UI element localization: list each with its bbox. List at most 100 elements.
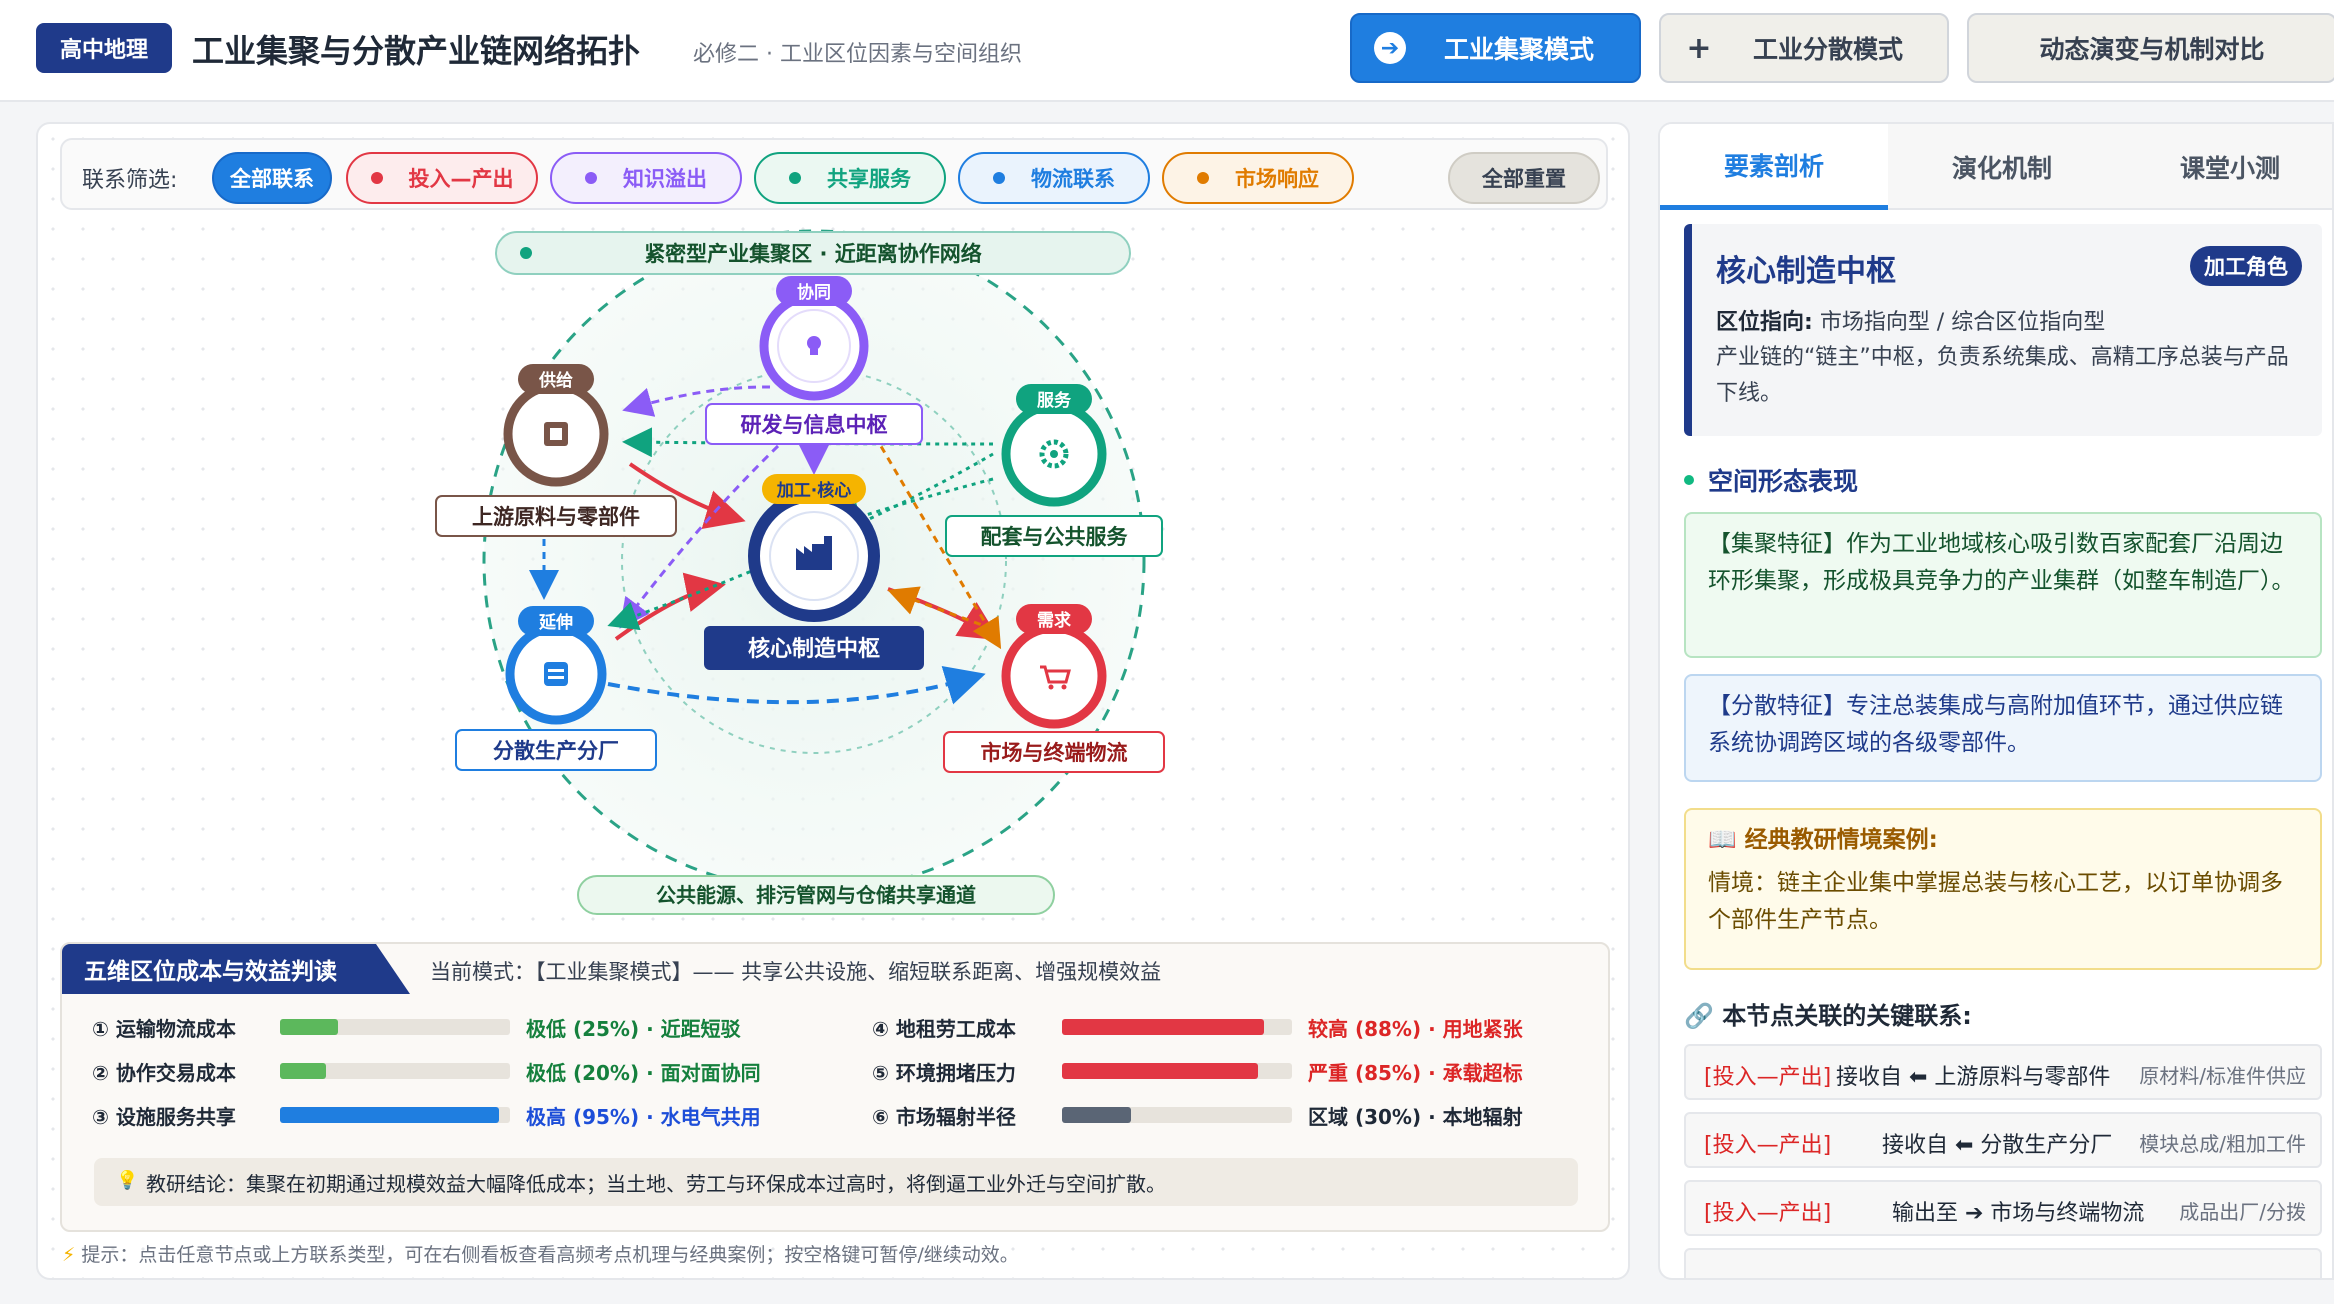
node-rnd-tag: 协同 bbox=[797, 282, 831, 303]
cost-row-transport: ① 运输物流成本 极低 (25%) · 近距短驳 bbox=[92, 1012, 832, 1042]
node-core-tag: 加工·核心 bbox=[776, 480, 851, 501]
relation-item[interactable]: [投入—产出] 输出至 ➔ 市场与终端物流 成品出厂/分拨 bbox=[1684, 1180, 2322, 1236]
conclusion-box: 💡 教研结论：集聚在初期通过规模效益大幅降低成本；当土地、劳工与环保成本过高时，… bbox=[94, 1158, 1578, 1206]
cost-row-label: ⑤ 环境拥堵压力 bbox=[872, 1060, 1016, 1085]
mode-disperse-label: 工业分散模式 bbox=[1753, 35, 1904, 64]
cost-row-label: ① 运输物流成本 bbox=[92, 1016, 236, 1041]
mode-compare-label: 动态演变与机制对比 bbox=[2039, 35, 2265, 64]
relation-type: [投入—产出] bbox=[1704, 1201, 1832, 1226]
relation-type: [投入—产出] bbox=[1704, 1065, 1832, 1090]
relation-main: 接收自 ⬅ 上游原料与零部件 bbox=[1836, 1065, 2111, 1090]
node-supply-label: 上游原料与零部件 bbox=[472, 505, 640, 529]
conclusion-text: 教研结论：集聚在初期通过规模效益大幅降低成本；当土地、劳工与环保成本过高时，将倒… bbox=[146, 1171, 1166, 1196]
cost-bar-fill bbox=[1062, 1019, 1265, 1035]
cost-panel: 五维区位成本与效益判读 当前模式：【工业集聚模式】—— 共享公共设施、缩短联系距… bbox=[60, 942, 1610, 1232]
section-heading-label: 空间形态表现 bbox=[1708, 467, 1859, 496]
cost-row-value: 极高 (95%) · 水电气共用 bbox=[526, 1104, 761, 1129]
node-core-label: 核心制造中枢 bbox=[748, 636, 880, 662]
cost-bar-fill bbox=[280, 1019, 338, 1035]
tab-evolution[interactable]: 演化机制 bbox=[1888, 124, 2116, 210]
relation-main: 输出至 ➔ 市场与终端物流 bbox=[1892, 1201, 2145, 1226]
case-text: 情境：链主企业集中掌握总装与核心工艺，以订单协调多个部件生产节点。 bbox=[1708, 870, 2283, 933]
plus-icon: + bbox=[1686, 30, 1712, 66]
node-service-label: 配套与公共服务 bbox=[981, 525, 1129, 549]
cost-bar-fill bbox=[280, 1063, 326, 1079]
relation-note: 成品出厂/分拨 bbox=[2179, 1200, 2306, 1224]
case-title: 📖 经典教研情境案例: bbox=[1708, 827, 1938, 853]
mode-compare-button[interactable]: 动态演变与机制对比 bbox=[1967, 13, 2334, 83]
cost-bar-track bbox=[280, 1063, 510, 1079]
cost-row-rent: ④ 地租劳工成本 较高 (88%) · 用地紧张 bbox=[872, 1012, 1572, 1042]
disperse-feature-box: 【分散特征】专注总装集成与高附加值环节，通过供应链系统协调跨区域的各级零部件。 bbox=[1684, 674, 2322, 782]
app-subtitle: 必修二 · 工业区位因素与空间组织 bbox=[693, 42, 1022, 67]
cost-bar-track bbox=[280, 1107, 510, 1123]
cost-bar-fill bbox=[280, 1107, 499, 1123]
relation-item[interactable]: [投入—产出] 接收自 ⬅ 分散生产分厂 模块总成/粗加工件 bbox=[1684, 1112, 2322, 1168]
top-bar: 高中地理 工业集聚与分散产业链网络拓扑 必修二 · 工业区位因素与空间组织 ➔ … bbox=[0, 0, 2334, 102]
lightbulb-icon: 💡 bbox=[116, 1170, 139, 1191]
node-market-tag: 需求 bbox=[1037, 610, 1071, 631]
cost-row-value: 区域 (30%) · 本地辐射 bbox=[1308, 1104, 1523, 1129]
hint-label: 提示：点击任意节点或上方联系类型，可在右侧看板查看高频考点机理与经典案例；按空格… bbox=[81, 1244, 1019, 1266]
relation-item[interactable]: [投入—产出] 接收自 ⬅ 上游原料与零部件 原材料/标准件供应 bbox=[1684, 1044, 2322, 1100]
app-title: 工业集聚与分散产业链网络拓扑 bbox=[192, 32, 641, 70]
cost-bar-track bbox=[1062, 1063, 1292, 1079]
top-zone-label: 紧密型产业集聚区 · 近距离协作网络 bbox=[644, 242, 982, 266]
arrow-right-icon: ➔ bbox=[1374, 32, 1406, 64]
node-rnd-label: 研发与信息中枢 bbox=[741, 413, 888, 437]
cost-row-facility: ③ 设施服务共享 极高 (95%) · 水电气共用 bbox=[92, 1100, 832, 1130]
info-panel: 要素剖析 演化机制 课堂小测 核心制造中枢 加工角色 区位指向: 市场指向型 /… bbox=[1658, 122, 2334, 1280]
relations-title: 🔗 本节点关联的关键联系: bbox=[1684, 1002, 1972, 1030]
section-heading: 空间形态表现 bbox=[1684, 462, 1858, 498]
dot-icon bbox=[1684, 475, 1694, 485]
cost-mode-text: 当前模式：【工业集聚模式】—— 共享公共设施、缩短联系距离、增强规模效益 bbox=[430, 960, 1162, 984]
mode-cluster-label: 工业集聚模式 bbox=[1444, 35, 1595, 64]
cost-row-radius: ⑥ 市场辐射半径 区域 (30%) · 本地辐射 bbox=[872, 1100, 1572, 1130]
node-service-tag: 服务 bbox=[1037, 390, 1072, 411]
cost-row-environment: ⑤ 环境拥堵压力 严重 (85%) · 承载超标 bbox=[872, 1056, 1572, 1086]
tab-elements[interactable]: 要素剖析 bbox=[1660, 124, 1888, 210]
relation-main: 接收自 ⬅ 分散生产分厂 bbox=[1882, 1133, 2113, 1158]
cost-row-label: ④ 地租劳工成本 bbox=[872, 1016, 1016, 1041]
node-info-title: 核心制造中枢 bbox=[1716, 254, 1896, 289]
orientation-label: 区位指向: bbox=[1716, 310, 1813, 335]
cost-bar-track bbox=[280, 1019, 510, 1035]
tab-quiz[interactable]: 课堂小测 bbox=[2116, 124, 2332, 210]
cost-bar-fill bbox=[1062, 1107, 1131, 1123]
cost-row-label: ③ 设施服务共享 bbox=[92, 1104, 236, 1129]
network-diagram: 紧密型产业集聚区 · 近距离协作网络 公共能源、排污管网与仓储共享通道 协同 研… bbox=[435, 229, 1165, 915]
cost-bar-track bbox=[1062, 1107, 1292, 1123]
cost-row-value: 极低 (20%) · 面对面协同 bbox=[526, 1060, 761, 1085]
cost-row-value: 极低 (25%) · 近距短驳 bbox=[526, 1016, 741, 1041]
mode-disperse-button[interactable]: + 工业分散模式 bbox=[1659, 13, 1949, 83]
case-box: 📖 经典教研情境案例: 情境：链主企业集中掌握总装与核心工艺，以订单协调多个部件… bbox=[1684, 808, 2322, 970]
cost-row-value: 较高 (88%) · 用地紧张 bbox=[1308, 1016, 1523, 1041]
relation-type: [投入—产出] bbox=[1704, 1133, 1832, 1158]
node-branch-label: 分散生产分厂 bbox=[493, 739, 619, 763]
relation-note: 原材料/标准件供应 bbox=[2139, 1064, 2306, 1088]
stack-icon bbox=[544, 662, 568, 686]
tab-bar: 要素剖析 演化机制 课堂小测 bbox=[1660, 124, 2332, 210]
mode-cluster-button[interactable]: ➔ 工业集聚模式 bbox=[1350, 13, 1641, 83]
node-market-label: 市场与终端物流 bbox=[981, 741, 1128, 765]
relation-item[interactable] bbox=[1684, 1248, 2322, 1278]
cost-row-label: ② 协作交易成本 bbox=[92, 1060, 236, 1085]
bottom-zone-label: 公共能源、排污管网与仓储共享通道 bbox=[656, 883, 976, 907]
relation-note: 模块总成/粗加工件 bbox=[2139, 1132, 2306, 1156]
network-panel: 联系筛选: 全部联系 投入—产出 知识溢出 共享服务 物流联系 市场响应 全部重… bbox=[36, 122, 1630, 1280]
cost-row-value: 严重 (85%) · 承载超标 bbox=[1308, 1060, 1523, 1085]
cost-bar-track bbox=[1062, 1019, 1292, 1035]
node-info-card: 核心制造中枢 加工角色 区位指向: 市场指向型 / 综合区位指向型 产业链的“链… bbox=[1684, 224, 2322, 436]
dot-icon bbox=[520, 247, 532, 259]
cost-bar-fill bbox=[1062, 1063, 1258, 1079]
cost-row-coordination: ② 协作交易成本 极低 (20%) · 面对面协同 bbox=[92, 1056, 832, 1086]
cost-row-label: ⑥ 市场辐射半径 bbox=[872, 1104, 1016, 1129]
orientation-value: 市场指向型 / 综合区位指向型 bbox=[1819, 310, 2106, 335]
node-branch-tag: 延伸 bbox=[538, 612, 573, 633]
cluster-feature-box: 【集聚特征】作为工业地域核心吸引数百家配套厂沿周边环形集聚，形成极具竞争力的产业… bbox=[1684, 512, 2322, 658]
node-description: 产业链的“链主”中枢，负责系统集成、高精工序总装与产品下线。 bbox=[1716, 345, 2289, 406]
node-supply-tag: 供给 bbox=[538, 370, 573, 391]
hint-text: ⚡ 提示：点击任意节点或上方联系类型，可在右侧看板查看高频考点机理与经典案例；按… bbox=[62, 1240, 1019, 1267]
lightning-icon: ⚡ bbox=[62, 1244, 76, 1266]
box-icon bbox=[544, 422, 568, 446]
